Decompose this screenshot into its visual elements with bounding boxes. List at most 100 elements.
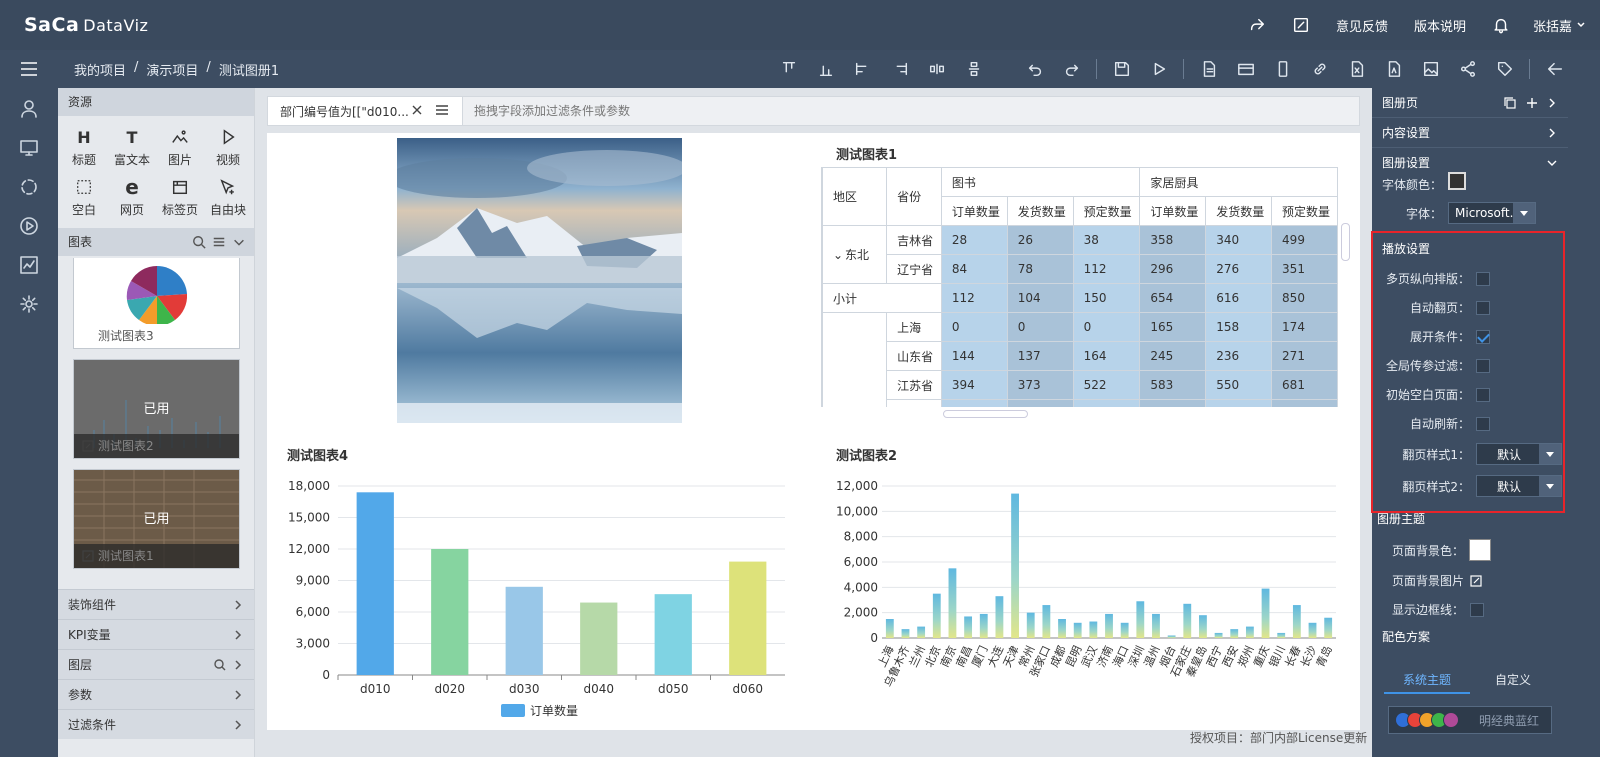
mobile-icon[interactable] — [1264, 50, 1301, 88]
bar[interactable] — [1199, 615, 1207, 638]
bar[interactable] — [1136, 601, 1145, 638]
album-settings-header[interactable]: 图册设置 — [1372, 148, 1568, 178]
refresh-cycle-icon[interactable] — [0, 167, 58, 206]
content-settings-header[interactable]: 内容设置 — [1372, 118, 1568, 148]
bar[interactable] — [917, 626, 926, 638]
region-east[interactable]: ⌄华东 — [822, 312, 888, 407]
preview-play-icon[interactable] — [1140, 50, 1177, 88]
bar[interactable] — [505, 586, 543, 675]
legend-label[interactable]: 订单数量 — [530, 703, 578, 718]
close-icon[interactable] — [411, 104, 423, 116]
bar[interactable] — [1089, 621, 1098, 638]
monitor-icon[interactable] — [0, 128, 58, 167]
widget-video[interactable]: 视频 — [204, 126, 252, 168]
chevron-right-icon[interactable] — [1546, 97, 1558, 109]
bar[interactable] — [654, 594, 692, 675]
bar[interactable] — [1011, 493, 1019, 638]
image-export-icon[interactable] — [1412, 50, 1449, 88]
breadcrumb-my-projects[interactable]: 我的项目 — [74, 60, 126, 79]
copy-icon[interactable] — [1504, 97, 1516, 109]
bar[interactable] — [1026, 612, 1035, 638]
align-bottom-icon[interactable] — [807, 50, 844, 88]
bar[interactable] — [964, 616, 973, 638]
undo-icon[interactable] — [1016, 50, 1053, 88]
document-icon[interactable] — [1190, 50, 1227, 88]
bar[interactable] — [431, 549, 469, 675]
tab-system-theme[interactable]: 系统主题 — [1384, 668, 1470, 694]
edit-icon[interactable] — [1470, 574, 1482, 587]
bar[interactable] — [1324, 617, 1333, 638]
menu-lines-icon[interactable] — [435, 104, 449, 116]
bar-chart-chart2[interactable]: 12,00010,0008,0006,0004,0002,0000上海乌鲁木齐兰… — [828, 470, 1348, 700]
menu-icon[interactable] — [0, 50, 58, 88]
filter-tag[interactable]: 部门编号值为[["d010... — [268, 97, 463, 125]
font-color-swatch[interactable] — [1448, 172, 1466, 190]
bar[interactable] — [995, 596, 1004, 638]
bar[interactable] — [1308, 622, 1317, 638]
bar[interactable] — [1277, 632, 1286, 638]
user-menu[interactable]: 张括嘉 — [1533, 16, 1586, 35]
bar[interactable] — [979, 613, 988, 638]
section-layers[interactable]: 图层 — [58, 649, 254, 679]
line-chart-icon[interactable] — [0, 245, 58, 284]
bar[interactable] — [1292, 605, 1301, 638]
bar[interactable] — [885, 619, 894, 638]
bar[interactable] — [1245, 626, 1254, 638]
share-icon[interactable] — [1235, 16, 1279, 34]
bar[interactable] — [580, 602, 618, 675]
bar[interactable] — [932, 593, 941, 638]
bar[interactable] — [1261, 588, 1270, 638]
widget-free-block[interactable]: 自由块 — [204, 176, 252, 218]
section-params[interactable]: 参数 — [58, 679, 254, 709]
pivot-table[interactable]: 地区 省份 图书 家居厨具 订单数量 发货数量 预定数量 订单数量 发货数量 预… — [821, 167, 1338, 407]
region-northeast[interactable]: ⌄ 东北 — [822, 225, 888, 284]
font-select[interactable]: Microsoft... — [1448, 202, 1536, 224]
bar[interactable] — [729, 561, 767, 675]
section-kpi[interactable]: KPI变量 — [58, 619, 254, 649]
bar[interactable] — [1120, 622, 1129, 638]
card-icon[interactable] — [1227, 50, 1264, 88]
bar[interactable] — [1230, 629, 1239, 638]
bar[interactable] — [1058, 619, 1066, 638]
distribute-vertical-icon[interactable] — [955, 50, 992, 88]
widget-title[interactable]: H 标题 — [60, 126, 108, 168]
bar[interactable] — [1073, 622, 1082, 638]
search-icon[interactable] — [192, 235, 206, 249]
vertical-scrollbar[interactable] — [1341, 223, 1350, 261]
search-icon[interactable] — [214, 659, 226, 671]
chart-thumb-2[interactable]: 已用 测试图表2 — [73, 359, 240, 459]
breadcrumb-demo-project[interactable]: 演示项目 — [146, 60, 198, 79]
bg-color-swatch[interactable] — [1469, 539, 1491, 561]
bar[interactable] — [1105, 613, 1113, 638]
chart-thumb-3[interactable]: 测试图表3 — [73, 258, 240, 349]
back-arrow-icon[interactable] — [1536, 50, 1573, 88]
feedback-link[interactable]: 意见反馈 — [1336, 16, 1388, 35]
edit-square-icon[interactable] — [1279, 16, 1323, 34]
widget-rich-text[interactable]: T 富文本 — [108, 126, 156, 168]
bar[interactable] — [1214, 632, 1223, 638]
release-notes-link[interactable]: 版本说明 — [1414, 16, 1466, 35]
list-icon[interactable] — [212, 235, 226, 249]
link-icon[interactable] — [1301, 50, 1338, 88]
landscape-image[interactable] — [397, 138, 682, 423]
tag-icon[interactable] — [1486, 50, 1523, 88]
bar[interactable] — [901, 629, 910, 638]
section-decoration[interactable]: 装饰组件 — [58, 589, 254, 619]
chart-thumb-1[interactable]: 已用 测试图表1 — [73, 469, 240, 569]
bar[interactable] — [1183, 603, 1192, 638]
distribute-horizontal-icon[interactable] — [918, 50, 955, 88]
widget-webpage[interactable]: e 网页 — [108, 175, 156, 218]
settings-gear-icon[interactable] — [0, 284, 58, 323]
share-nodes-icon[interactable] — [1449, 50, 1486, 88]
excel-export-icon[interactable] — [1338, 50, 1375, 88]
widget-image[interactable]: 图片 — [156, 126, 204, 168]
section-filters[interactable]: 过滤条件 — [58, 709, 254, 739]
align-right-icon[interactable] — [881, 50, 918, 88]
align-top-icon[interactable] — [770, 50, 807, 88]
filter-bar[interactable]: 部门编号值为[["d010... 拖拽字段添加过滤条件或参数 — [267, 96, 1360, 126]
bar[interactable] — [948, 568, 957, 638]
color-scheme-select[interactable]: 明经典蓝红 — [1388, 706, 1552, 734]
user-icon[interactable] — [0, 89, 58, 128]
redo-icon[interactable] — [1053, 50, 1090, 88]
bar-chart-chart4[interactable]: 18,000 15,000 12,000 9,000 6,000 3,000 0 d010 d0… — [280, 470, 800, 728]
